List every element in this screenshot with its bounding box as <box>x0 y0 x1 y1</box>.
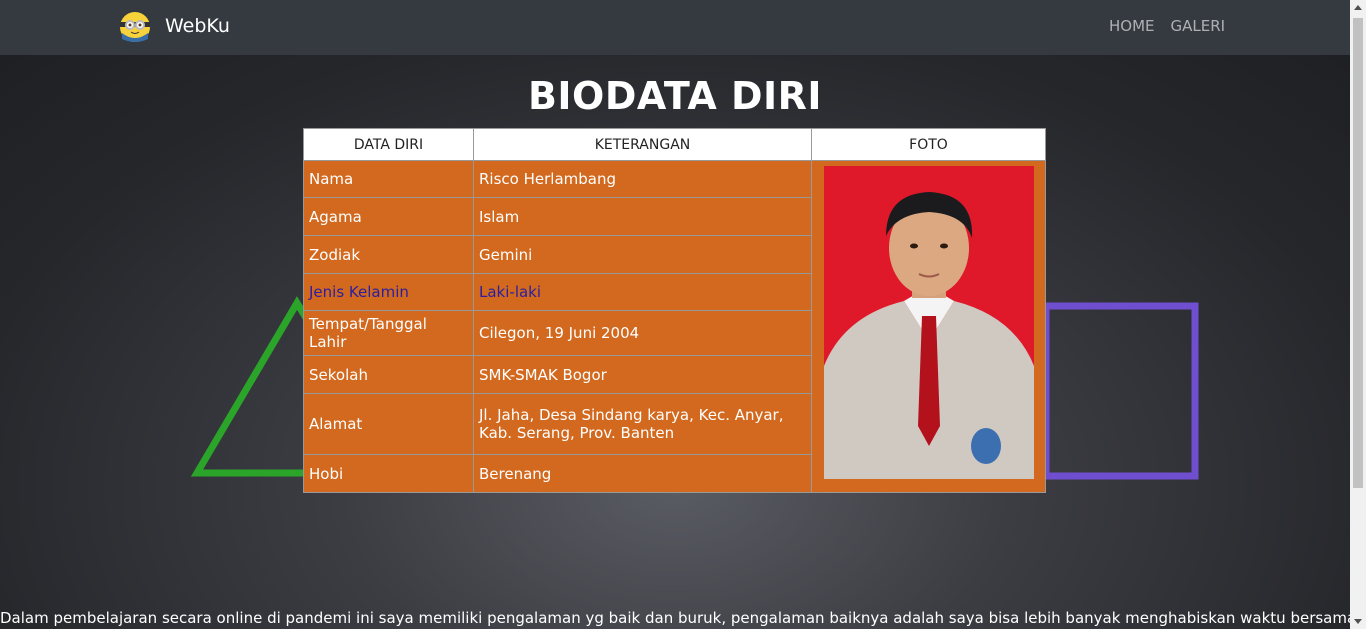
header-data-diri: DATA DIRI <box>303 128 474 161</box>
row-label: Jenis Kelamin <box>303 273 474 311</box>
brand-name[interactable]: WebKu <box>165 15 230 37</box>
purple-square-shape <box>1042 302 1199 480</box>
biodata-table: DATA DIRI KETERANGAN FOTO Nama Risco Her… <box>303 128 1046 493</box>
row-value: Berenang <box>473 454 812 493</box>
row-label: Zodiak <box>303 235 474 274</box>
row-value: Cilegon, 19 Juni 2004 <box>473 310 812 356</box>
header-foto: FOTO <box>811 128 1046 161</box>
row-label: Hobi <box>303 454 474 493</box>
profile-photo <box>824 166 1034 479</box>
table-header-row: DATA DIRI KETERANGAN FOTO <box>303 128 1046 161</box>
vertical-scrollbar[interactable] <box>1350 0 1366 629</box>
row-label: Agama <box>303 197 474 236</box>
navbar: WebKu HOME GALERI <box>0 0 1350 55</box>
row-label: Tempat/Tanggal Lahir <box>303 310 474 356</box>
row-value: Laki-laki <box>473 273 812 311</box>
row-value: Risco Herlambang <box>473 160 812 198</box>
row-value: Jl. Jaha, Desa Sindang karya, Kec. Anyar… <box>473 393 812 455</box>
student-portrait-image <box>824 166 1034 479</box>
scroll-up-arrow-icon[interactable] <box>1354 5 1362 10</box>
header-keterangan: KETERANGAN <box>473 128 812 161</box>
row-value: Islam <box>473 197 812 236</box>
row-label: Alamat <box>303 393 474 455</box>
row-value: Gemini <box>473 235 812 274</box>
nav-links: HOME GALERI <box>1109 17 1225 35</box>
photo-cell <box>811 160 1046 493</box>
row-label: Sekolah <box>303 355 474 394</box>
intro-paragraph: Dalam pembelajaran secara online di pand… <box>0 609 1350 627</box>
scrollbar-thumb[interactable] <box>1353 18 1363 488</box>
scroll-down-arrow-icon[interactable] <box>1354 619 1362 624</box>
table-row: Nama Risco Herlambang <box>303 160 1046 493</box>
nav-galeri-link[interactable]: GALERI <box>1171 17 1226 35</box>
nav-home-link[interactable]: HOME <box>1109 17 1155 35</box>
row-value: SMK-SMAK Bogor <box>473 355 812 394</box>
row-label: Nama <box>303 160 474 198</box>
minion-logo-icon[interactable] <box>119 11 151 43</box>
page-title: BIODATA DIRI <box>527 74 823 118</box>
